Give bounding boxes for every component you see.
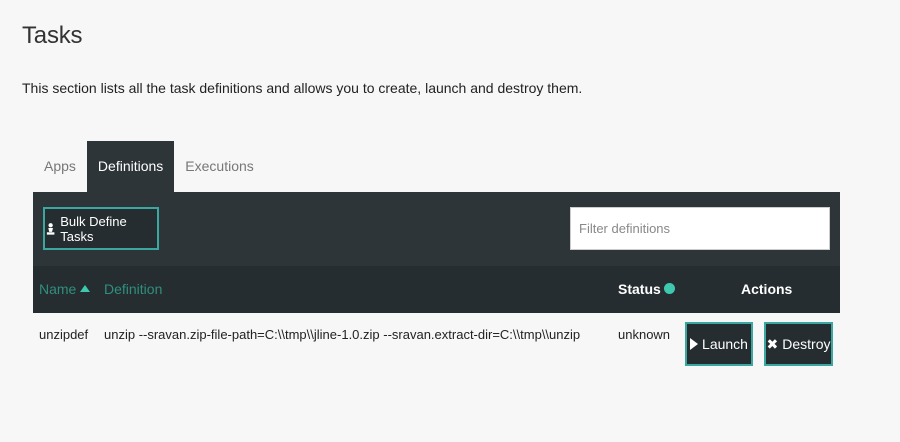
page-description: This section lists all the task definiti… [22,80,583,96]
info-icon[interactable] [663,283,675,294]
bulk-define-tasks-label: Bulk Define Tasks [60,213,127,244]
page-title: Tasks [22,22,83,49]
destroy-button[interactable]: ✖ Destroy [764,322,833,366]
column-header-definition[interactable]: Definition [104,266,162,313]
tab-apps[interactable]: Apps [33,141,87,192]
filter-definitions-input[interactable] [570,207,830,250]
tab-definitions[interactable]: Definitions [86,141,175,192]
column-header-status: Status [618,266,675,313]
column-header-name-label: Name [39,281,77,297]
table-row: unzipdef unzip --sravan.zip-file-path=C:… [33,313,840,373]
task-definition-cell: unzip --sravan.zip-file-path=C:\\tmp\\jl… [104,327,581,342]
close-icon: ✖ [766,336,779,352]
launch-label: Launch [702,336,748,352]
table-header: Name Definition Status Actions [33,266,840,313]
tab-bar: Apps Definitions Executions [33,141,265,192]
column-header-actions: Actions [741,281,793,297]
task-name-cell: unzipdef [39,327,89,342]
destroy-label: Destroy [782,336,831,352]
column-header-status-label: Status [618,281,661,297]
bulk-define-tasks-button[interactable]: Bulk Define Tasks [43,207,159,250]
play-icon [690,338,699,350]
tab-executions[interactable]: Executions [174,141,264,192]
sort-up-icon [80,285,91,292]
task-status-cell: unknown [618,327,671,342]
chess-pawn-icon [46,222,55,235]
launch-button[interactable]: Launch [685,322,753,366]
definitions-toolbar: Bulk Define Tasks [33,192,840,266]
column-header-name[interactable]: Name [39,266,91,313]
